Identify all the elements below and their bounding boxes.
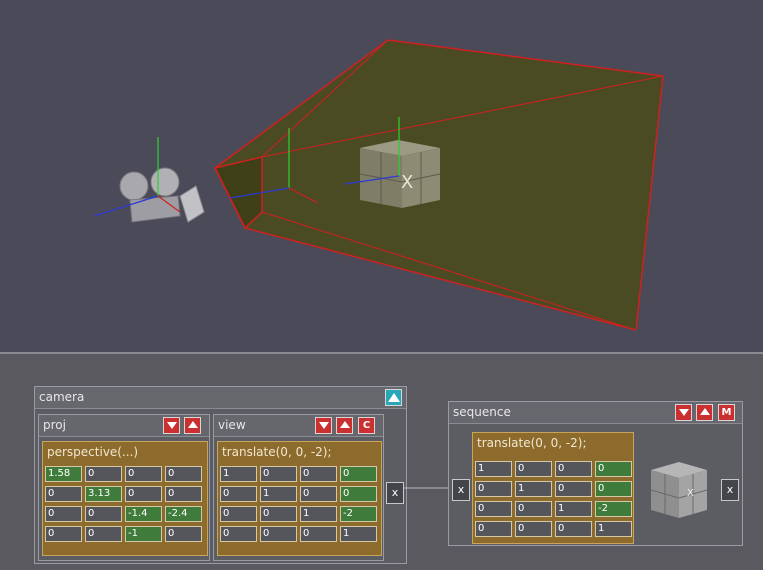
move-down-button[interactable] xyxy=(315,417,332,434)
matrix-cell[interactable]: 0 xyxy=(300,466,337,482)
proj-node-title: proj xyxy=(43,418,66,432)
camera-node-title: camera xyxy=(39,390,85,404)
matrix-cell[interactable]: 1.58 xyxy=(45,466,82,482)
matrix-cell[interactable]: 0 xyxy=(595,461,632,477)
matrix-cell[interactable]: 0 xyxy=(555,461,592,477)
matrix-cell[interactable]: 1 xyxy=(555,501,592,517)
move-down-button[interactable] xyxy=(163,417,180,434)
matrix-cell[interactable]: 1 xyxy=(260,486,297,502)
sequence-node[interactable]: sequence M x translate(0, 0, -2); 100001… xyxy=(448,401,743,546)
matrix-cell[interactable]: 1 xyxy=(220,466,257,482)
matrix-cell[interactable]: 0 xyxy=(260,506,297,522)
matrix-cell[interactable]: 0 xyxy=(475,481,512,497)
collapse-button[interactable] xyxy=(385,389,402,406)
camera-node-header[interactable]: camera xyxy=(35,387,406,409)
camera-output-x-button[interactable]: x xyxy=(386,482,404,504)
move-up-button[interactable] xyxy=(184,417,201,434)
triangle-down-icon xyxy=(167,422,177,429)
matrix-cell[interactable]: 0 xyxy=(125,486,162,502)
m-button[interactable]: M xyxy=(718,404,735,421)
matrix-cell[interactable]: 0 xyxy=(260,526,297,542)
matrix-cell[interactable]: 3.13 xyxy=(85,486,122,502)
camera-model xyxy=(119,167,205,223)
cube-thumbnail: X xyxy=(650,462,708,518)
matrix-cell[interactable]: 0 xyxy=(260,466,297,482)
move-up-button[interactable] xyxy=(336,417,353,434)
triangle-up-icon xyxy=(700,408,710,415)
matrix-cell[interactable]: 1 xyxy=(300,506,337,522)
matrix-cell[interactable]: 0 xyxy=(595,481,632,497)
cube-label: X xyxy=(401,172,413,193)
matrix-cell[interactable]: 0 xyxy=(515,501,552,517)
copy-button[interactable]: C xyxy=(358,417,375,434)
scene-canvas: X xyxy=(93,39,664,331)
view-matrix[interactable]: translate(0, 0, -2); 1 0 0 0 0 1 0 0 0 0 1 -2 0 0 0 1 xyxy=(217,441,382,556)
matrix-cell[interactable]: -1 xyxy=(125,526,162,542)
textured-cube xyxy=(359,140,441,208)
matrix-cell[interactable]: 0 xyxy=(165,466,202,482)
sequence-output-x-button[interactable]: x xyxy=(721,479,739,501)
matrix-cell[interactable]: 0 xyxy=(45,486,82,502)
matrix-cell[interactable]: 0 xyxy=(555,481,592,497)
matrix-cell[interactable]: -2.4 xyxy=(165,506,202,522)
matrix-cell[interactable]: 0 xyxy=(165,526,202,542)
matrix-cell[interactable]: 0 xyxy=(85,466,122,482)
move-up-button[interactable] xyxy=(696,404,713,421)
matrix-cell[interactable]: 0 xyxy=(220,486,257,502)
matrix-cell[interactable]: 0 xyxy=(515,521,552,537)
matrix-cell[interactable]: 1 xyxy=(475,461,512,477)
sequence-matrix-title: translate(0, 0, -2); xyxy=(477,436,587,450)
matrix-cell[interactable]: 0 xyxy=(475,521,512,537)
matrix-cell[interactable]: 0 xyxy=(475,501,512,517)
matrix-cell[interactable]: 0 xyxy=(340,466,377,482)
matrix-cell[interactable]: 0 xyxy=(220,506,257,522)
thumb-label: X xyxy=(687,488,694,499)
matrix-cell[interactable]: 0 xyxy=(300,526,337,542)
matrix-cell[interactable]: 0 xyxy=(220,526,257,542)
matrix-cell[interactable]: -2 xyxy=(340,506,377,522)
matrix-cell[interactable]: -2 xyxy=(595,501,632,517)
3d-viewport[interactable]: X xyxy=(0,0,763,352)
view-node-title: view xyxy=(218,418,246,432)
frustum-near-plane xyxy=(213,156,263,230)
matrix-cell[interactable]: 0 xyxy=(555,521,592,537)
proj-matrix[interactable]: perspective(...) 1.58 0 0 0 0 3.13 0 0 0 0 -1.4 -2.… xyxy=(42,441,208,556)
matrix-cell[interactable]: 0 xyxy=(85,506,122,522)
sequence-matrix[interactable]: translate(0, 0, -2); 1 0 0 0 0 1 0 0 0 0 1 -2 0 0 0 1 xyxy=(472,432,634,544)
triangle-down-icon xyxy=(679,409,689,416)
matrix-cell[interactable]: -1.4 xyxy=(125,506,162,522)
matrix-cell[interactable]: 0 xyxy=(45,526,82,542)
triangle-down-icon xyxy=(319,422,329,429)
matrix-cell[interactable]: 0 xyxy=(300,486,337,502)
camera-node[interactable]: camera proj perspective(...) 1.58 0 0 0 0 3.1… xyxy=(34,386,407,564)
matrix-cell[interactable]: 0 xyxy=(515,461,552,477)
matrix-cell[interactable]: 0 xyxy=(85,526,122,542)
proj-node[interactable]: proj perspective(...) 1.58 0 0 0 0 3.13 0 0 0 0 -1… xyxy=(38,414,210,561)
matrix-cell[interactable]: 0 xyxy=(125,466,162,482)
sequence-input-x-button[interactable]: x xyxy=(452,479,470,501)
move-down-button[interactable] xyxy=(675,404,692,421)
triangle-up-icon xyxy=(340,421,350,428)
matrix-cell[interactable]: 1 xyxy=(515,481,552,497)
triangle-up-icon xyxy=(188,421,198,428)
triangle-up-icon xyxy=(388,393,400,402)
matrix-cell[interactable]: 0 xyxy=(45,506,82,522)
view-matrix-title: translate(0, 0, -2); xyxy=(222,445,332,459)
view-node[interactable]: view C translate(0, 0, -2); 10000100001-… xyxy=(213,414,384,561)
sequence-node-title: sequence xyxy=(453,405,511,419)
matrix-cell[interactable]: 1 xyxy=(595,521,632,537)
matrix-cell[interactable]: 0 xyxy=(340,486,377,502)
matrix-cell[interactable]: 1 xyxy=(340,526,377,542)
node-editor-panel[interactable]: camera proj perspective(...) 1.58 0 0 0 0 3.1… xyxy=(0,354,763,570)
matrix-cell[interactable]: 0 xyxy=(165,486,202,502)
proj-matrix-title: perspective(...) xyxy=(47,445,139,459)
